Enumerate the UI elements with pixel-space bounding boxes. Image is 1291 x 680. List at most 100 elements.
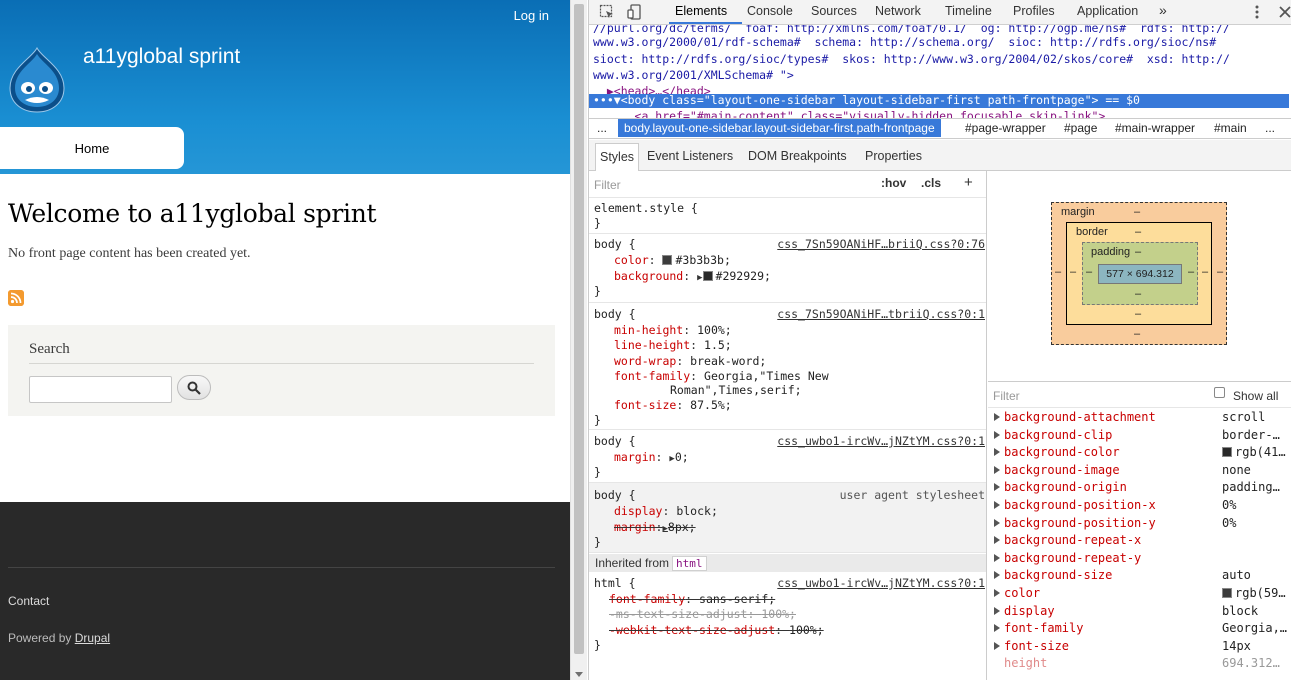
dom-tree[interactable]: //purl.org/dc/terms/ foaf: http://xmlns.… xyxy=(589,25,1291,118)
expand-arrow-icon[interactable] xyxy=(994,553,1000,562)
device-toolbar-icon[interactable] xyxy=(627,4,643,20)
hover-state-toggle[interactable]: :hov xyxy=(881,176,906,190)
box-border-left-value[interactable]: – xyxy=(1070,266,1076,278)
prop-value[interactable]: break-word; xyxy=(690,354,766,368)
tab-sources[interactable]: Sources xyxy=(811,4,857,18)
computed-property-row[interactable]: background-attachment scroll xyxy=(988,409,1291,427)
prop-name-overridden[interactable]: -webkit-text-size-adjust xyxy=(609,623,775,637)
expand-arrow-icon[interactable] xyxy=(994,641,1000,650)
rule-user-agent[interactable]: body { user agent stylesheet display: bl… xyxy=(589,483,986,553)
rule-body-3[interactable]: body { css_uwbo1-ircWv…jNZtYM.css?0:1 ma… xyxy=(589,430,986,483)
prop-value-overridden[interactable]: 100%; xyxy=(761,607,796,621)
prop-value-continued[interactable]: Roman",Times,serif; xyxy=(670,383,802,397)
breadcrumb-page[interactable]: #page xyxy=(1064,121,1097,135)
computed-property-row[interactable]: background-origin padding… xyxy=(988,479,1291,497)
subtab-event-listeners[interactable]: Event Listeners xyxy=(647,149,733,163)
kebab-menu-icon[interactable] xyxy=(1249,4,1265,20)
rule-selector[interactable]: body { xyxy=(594,434,636,448)
dom-line[interactable]: www.w3.org/2000/01/rdf-schema# schema: h… xyxy=(593,35,1216,49)
drupal-logo-icon[interactable] xyxy=(6,46,68,114)
box-margin-right-value[interactable]: – xyxy=(1217,266,1223,278)
site-name[interactable]: a11yglobal sprint xyxy=(83,45,240,69)
expand-arrow-icon[interactable] xyxy=(994,483,1000,492)
breadcrumb-main-wrapper[interactable]: #main-wrapper xyxy=(1115,121,1195,135)
dom-line[interactable]: sioct: http://rdfs.org/sioc/types# skos:… xyxy=(593,52,1230,66)
expand-arrow-icon[interactable] xyxy=(994,430,1000,439)
box-padding-left-value[interactable]: – xyxy=(1086,266,1092,278)
subtab-styles[interactable]: Styles xyxy=(595,143,640,171)
prop-name[interactable]: margin xyxy=(614,450,656,464)
color-swatch-icon[interactable] xyxy=(702,271,713,281)
inspect-element-icon[interactable] xyxy=(599,4,615,20)
page-scrollbar[interactable] xyxy=(570,0,587,680)
scroll-down-arrow-icon[interactable] xyxy=(575,672,583,677)
search-submit-button[interactable] xyxy=(177,375,211,400)
subtab-dom-breakpoints[interactable]: DOM Breakpoints xyxy=(748,149,847,163)
computed-property-row[interactable]: background-position-x 0% xyxy=(988,497,1291,515)
expand-arrow-icon[interactable] xyxy=(994,606,1000,615)
rule-body-1[interactable]: body { css_7Sn59OANiHF…briiQ.css?0:76 co… xyxy=(589,234,986,303)
rule-selector[interactable]: body { xyxy=(594,307,636,321)
prop-name[interactable]: line-height xyxy=(614,338,690,352)
class-toggle[interactable]: .cls xyxy=(921,176,941,190)
rule-source-link[interactable]: css_uwbo1-ircWv…jNZtYM.css?0:1 xyxy=(777,576,985,590)
prop-name[interactable]: font-size xyxy=(614,398,676,412)
breadcrumb-overflow-right[interactable]: ... xyxy=(1265,121,1275,135)
prop-name-overridden[interactable]: margin xyxy=(614,520,656,534)
box-margin-top-value[interactable]: – xyxy=(1134,206,1140,218)
box-model-margin[interactable]: margin – – – – border – – – – padding – … xyxy=(1051,202,1227,345)
tab-application[interactable]: Application xyxy=(1077,4,1138,18)
computed-property-row[interactable]: background-image none xyxy=(988,462,1291,480)
expand-arrow-icon[interactable] xyxy=(994,589,1000,597)
styles-filter-input[interactable]: Filter xyxy=(594,178,621,192)
prop-value[interactable]: block; xyxy=(676,504,718,518)
box-margin-left-value[interactable]: – xyxy=(1055,266,1061,278)
computed-property-row[interactable]: font-family Georgia,… xyxy=(988,620,1291,638)
prop-name[interactable]: color xyxy=(614,253,649,267)
computed-property-row[interactable]: background-size auto xyxy=(988,567,1291,585)
breadcrumb-page-wrapper[interactable]: #page-wrapper xyxy=(965,121,1046,135)
prop-value-overridden[interactable]: 8px; xyxy=(668,520,696,534)
rule-selector[interactable]: body { xyxy=(594,488,636,502)
computed-property-row[interactable]: background-color rgb(41… xyxy=(988,444,1291,462)
rule-source-link[interactable]: css_7Sn59OANiHF…briiQ.css?0:76 xyxy=(777,237,985,251)
rule-selector[interactable]: body { xyxy=(594,237,636,251)
rule-source-link[interactable]: css_uwbo1-ircWv…jNZtYM.css?0:1 xyxy=(777,434,985,448)
box-padding-top-value[interactable]: – xyxy=(1135,246,1141,258)
breadcrumb-main[interactable]: #main xyxy=(1214,121,1247,135)
box-margin-bottom-value[interactable]: – xyxy=(1134,328,1140,340)
prop-name[interactable]: display xyxy=(614,504,662,518)
expand-arrow-icon[interactable] xyxy=(994,536,1000,545)
footer-contact-link[interactable]: Contact xyxy=(8,594,49,608)
computed-property-row[interactable]: background-position-y 0% xyxy=(988,515,1291,533)
box-padding-right-value[interactable]: – xyxy=(1188,266,1194,278)
prop-value[interactable]: Georgia,"Times New xyxy=(704,369,829,383)
subtab-properties[interactable]: Properties xyxy=(865,149,922,163)
tab-profiles[interactable]: Profiles xyxy=(1013,4,1055,18)
computed-property-row[interactable]: font-size 14px xyxy=(988,638,1291,656)
prop-value[interactable]: #292929; xyxy=(716,269,771,283)
footer-drupal-link[interactable]: Drupal xyxy=(75,631,110,645)
box-model-padding[interactable]: padding – – – – 577 × 694.312 xyxy=(1082,242,1198,305)
breadcrumb-body[interactable]: body.layout-one-sidebar.layout-sidebar-f… xyxy=(618,119,941,137)
computed-property-row[interactable]: height 694.312… xyxy=(988,655,1291,673)
prop-name[interactable]: word-wrap xyxy=(614,354,676,368)
nav-home-tab[interactable]: Home xyxy=(0,127,184,169)
more-tabs-button[interactable]: » xyxy=(1159,2,1167,18)
expand-arrow-icon[interactable] xyxy=(994,518,1000,527)
tab-console[interactable]: Console xyxy=(747,4,793,18)
dom-body-node[interactable]: •••▼<body class="layout-one-sidebar layo… xyxy=(593,93,1140,107)
computed-filter-input[interactable]: Filter xyxy=(993,389,1020,403)
rule-source-link[interactable]: css_7Sn59OANiHF…tbriiQ.css?0:1 xyxy=(777,307,985,321)
expand-arrow-icon[interactable] xyxy=(994,624,1000,633)
tab-elements[interactable]: Elements xyxy=(675,4,727,18)
expand-arrow-icon[interactable] xyxy=(994,501,1000,509)
box-model-border[interactable]: border – – – – padding – – – – 577 × 694… xyxy=(1066,222,1212,325)
new-rule-button[interactable]: + xyxy=(964,174,973,191)
prop-value[interactable]: 87.5%; xyxy=(690,398,732,412)
rule-body-2[interactable]: body { css_7Sn59OANiHF…tbriiQ.css?0:1 mi… xyxy=(589,303,986,430)
prop-value-overridden[interactable]: 100%; xyxy=(789,623,824,637)
prop-name-overridden[interactable]: -ms-text-size-adjust xyxy=(609,607,747,621)
box-border-right-value[interactable]: – xyxy=(1202,266,1208,278)
prop-value[interactable]: 0; xyxy=(675,450,689,464)
